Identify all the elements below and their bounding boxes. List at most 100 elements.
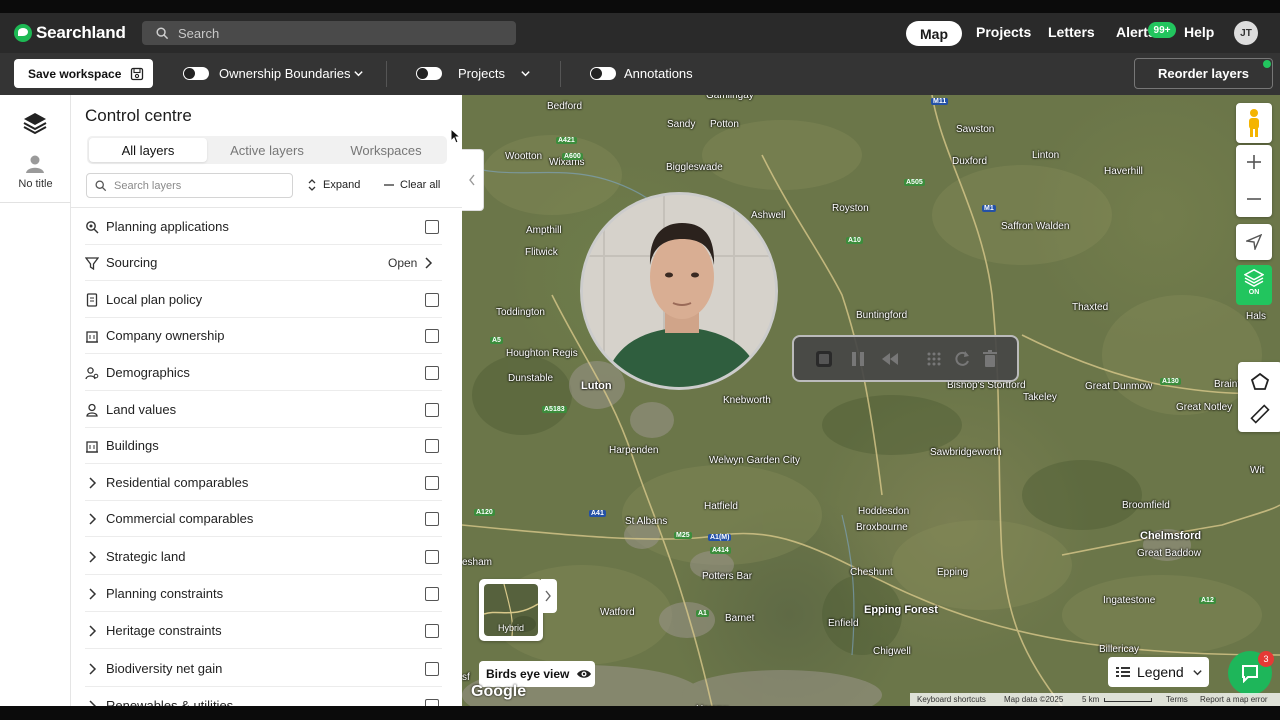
map-layers-toggle[interactable]: ON <box>1236 265 1272 305</box>
grip-icon[interactable] <box>924 349 944 369</box>
layer-label: Company ownership <box>106 328 225 343</box>
searchland-logo[interactable]: Searchland <box>14 22 126 44</box>
tab-workspaces[interactable]: Workspaces <box>327 136 445 164</box>
map-type-expand[interactable] <box>541 579 557 613</box>
chevron-right-icon[interactable] <box>87 588 97 600</box>
map-canvas[interactable]: Bedford Sandy Potton Sawston Linton Wootton Wi… <box>462 95 1280 706</box>
terms-link[interactable]: Terms <box>1166 695 1188 704</box>
road-label: M1 <box>982 205 996 212</box>
search-icon <box>95 179 107 191</box>
reorder-layers-button[interactable]: Reorder layers <box>1134 58 1273 89</box>
layer-checkbox[interactable] <box>425 476 439 490</box>
annotations-toggle[interactable] <box>590 67 616 80</box>
zoom-out-icon[interactable] <box>1246 191 1262 207</box>
trash-icon[interactable] <box>980 349 1000 369</box>
layer-checkbox[interactable] <box>425 662 439 676</box>
layer-checkbox[interactable] <box>425 403 439 417</box>
polygon-icon[interactable] <box>1250 372 1270 392</box>
layer-checkbox[interactable] <box>425 366 439 380</box>
tab-active-layers[interactable]: Active layers <box>207 136 327 164</box>
chevron-right-icon[interactable] <box>87 551 97 563</box>
save-workspace-button[interactable]: Save workspace <box>14 59 153 88</box>
map-place-label: Biggleswade <box>666 162 723 173</box>
layer-row[interactable]: Residential comparables <box>85 465 442 501</box>
layer-checkbox[interactable] <box>425 624 439 638</box>
map-place-label: Knebworth <box>723 395 771 406</box>
expand-button[interactable]: Expand <box>307 179 360 191</box>
layer-row[interactable]: Sourcing Open <box>85 245 442 281</box>
map-type-selector[interactable]: Hybrid <box>479 579 543 641</box>
tab-all-layers[interactable]: All layers <box>89 138 207 162</box>
chevron-right-icon[interactable] <box>87 625 97 637</box>
layer-row[interactable]: Company ownership <box>85 318 442 354</box>
legend-button[interactable]: Legend <box>1108 657 1209 687</box>
chevron-right-icon[interactable] <box>87 663 97 675</box>
stop-icon[interactable] <box>814 349 834 369</box>
layer-checkbox[interactable] <box>425 220 439 234</box>
layer-row[interactable]: Strategic land <box>85 539 442 575</box>
layer-row[interactable]: Buildings <box>85 428 442 464</box>
rewind-icon[interactable] <box>880 349 900 369</box>
nav-map[interactable]: Map <box>906 21 962 46</box>
nav-projects[interactable]: Projects <box>976 24 1031 40</box>
restart-icon[interactable] <box>952 349 972 369</box>
layers-icon[interactable] <box>23 111 47 135</box>
chevron-down-icon[interactable] <box>353 68 364 79</box>
map-place-label: Chigwell <box>873 646 911 657</box>
clear-all-button[interactable]: Clear all <box>384 179 440 191</box>
layer-checkbox[interactable] <box>425 587 439 601</box>
map-place-label: Ampthill <box>526 225 562 236</box>
layer-label: Sourcing <box>106 255 158 270</box>
layer-search-input[interactable]: Search layers <box>86 173 293 198</box>
building-icon <box>86 441 98 453</box>
nav-letters[interactable]: Letters <box>1048 24 1095 40</box>
layer-row[interactable]: Biodiversity net gain <box>85 651 442 687</box>
layer-row[interactable]: Demographics <box>85 355 442 391</box>
chevron-right-icon[interactable] <box>87 477 97 489</box>
locate-button[interactable] <box>1236 224 1272 260</box>
keyboard-shortcuts-link[interactable]: Keyboard shortcuts <box>917 695 986 704</box>
layer-row[interactable]: Commercial comparables <box>85 501 442 537</box>
collapse-panel-button[interactable] <box>462 149 484 211</box>
map-place-label: Saffron Walden <box>1001 221 1070 232</box>
street-view-pegman[interactable] <box>1236 103 1272 143</box>
magnifier-icon <box>86 221 99 234</box>
bottom-black-bar <box>0 706 1280 720</box>
layer-checkbox[interactable] <box>425 293 439 307</box>
pause-icon[interactable] <box>848 349 868 369</box>
chevron-right-icon[interactable] <box>87 513 97 525</box>
layer-row[interactable]: Planning constraints <box>85 576 442 612</box>
layer-checkbox[interactable] <box>425 439 439 453</box>
ruler-icon[interactable] <box>1250 404 1270 424</box>
navigation-arrow-icon <box>1246 234 1262 250</box>
ownership-boundaries-toggle[interactable] <box>183 67 209 80</box>
projects-toggle[interactable] <box>416 67 442 80</box>
chevron-right-icon[interactable] <box>423 257 433 269</box>
layer-checkbox[interactable] <box>425 550 439 564</box>
toolbar-divider <box>386 61 387 87</box>
nav-help[interactable]: Help <box>1184 24 1214 40</box>
user-icon[interactable] <box>25 154 45 174</box>
hybrid-thumbnail: Hybrid <box>484 584 538 636</box>
webcam-overlay[interactable] <box>580 192 778 390</box>
zoom-in-icon[interactable] <box>1246 154 1262 170</box>
map-place-label: Hatfield <box>704 501 738 512</box>
layer-checkbox[interactable] <box>425 512 439 526</box>
report-map-error-link[interactable]: Report a map error <box>1200 695 1268 704</box>
open-link[interactable]: Open <box>388 256 417 270</box>
user-avatar[interactable]: JT <box>1234 21 1258 45</box>
road-label: A414 <box>710 547 731 554</box>
layer-row[interactable]: Renewables & utilities <box>85 688 442 706</box>
layer-row[interactable]: Land values <box>85 392 442 428</box>
layer-row[interactable]: Planning applications <box>85 209 442 245</box>
chevron-down-icon[interactable] <box>520 68 531 79</box>
layer-row[interactable]: Heritage constraints <box>85 613 442 649</box>
global-search-input[interactable]: Search <box>142 21 516 45</box>
map-place-label: Wit <box>1250 465 1265 476</box>
map-attribution: Keyboard shortcuts Map data ©2025 5 km T… <box>910 693 1280 706</box>
map-place-label: Chelmsford <box>1140 530 1202 542</box>
layer-checkbox[interactable] <box>425 329 439 343</box>
layer-row[interactable]: Local plan policy <box>85 282 442 318</box>
layer-label: Renewables & utilities <box>106 698 234 706</box>
layer-checkbox[interactable] <box>425 699 439 706</box>
